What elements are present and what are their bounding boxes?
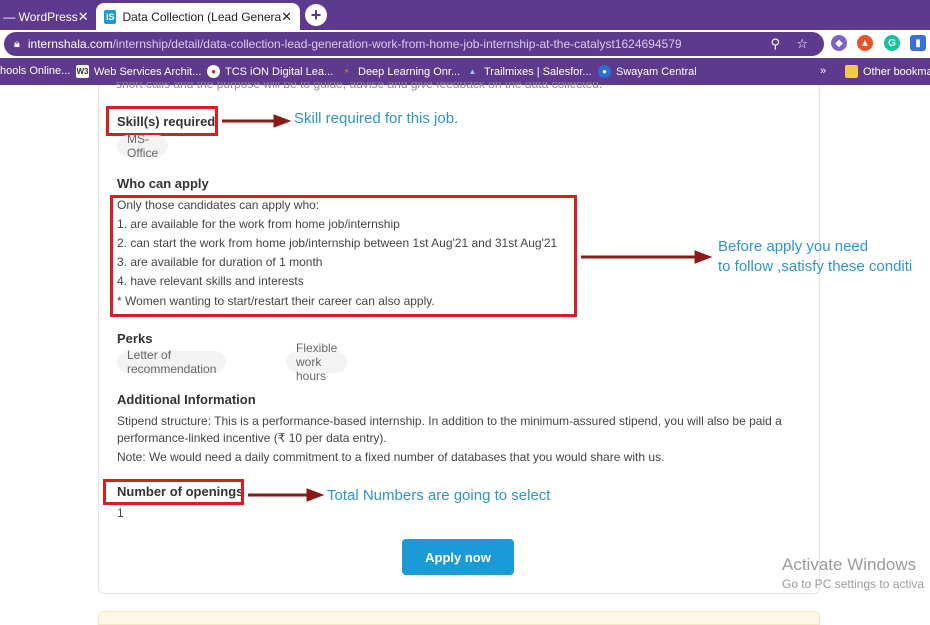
annotation-skill-note: Skill required for this job. [294, 110, 459, 127]
annotation-arrows [222, 114, 713, 502]
next-card-edge [98, 611, 820, 625]
annotation-openings-note: Total Numbers are going to select [327, 487, 551, 504]
annotation-condition-note: Before apply you need [718, 238, 869, 255]
arrow-head [694, 250, 713, 264]
activate-windows-subtitle: Go to PC settings to activa [782, 577, 925, 591]
annotation-condition-note: to follow ,satisfy these conditi [718, 258, 913, 275]
arrow-head [273, 114, 292, 128]
activate-windows-title: Activate Windows [782, 555, 917, 574]
arrow-head [306, 488, 325, 502]
